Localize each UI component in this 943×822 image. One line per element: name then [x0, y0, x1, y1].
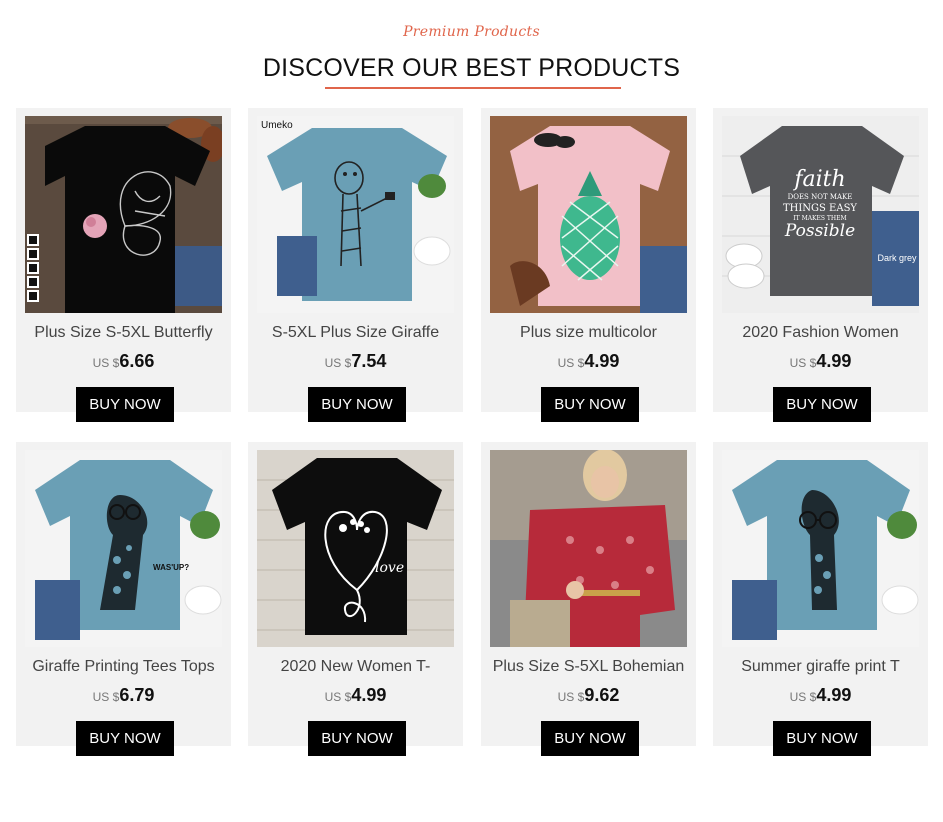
- price-currency: US $: [557, 690, 585, 704]
- buy-now-button[interactable]: BUY NOW: [773, 721, 871, 756]
- buy-now-button[interactable]: BUY NOW: [76, 721, 174, 756]
- product-name[interactable]: Plus Size S-5XL Bohemian: [481, 658, 696, 676]
- buy-now-button[interactable]: BUY NOW: [76, 387, 174, 422]
- svg-text:WAS'UP?: WAS'UP?: [153, 563, 189, 572]
- price-currency: US $: [557, 356, 585, 370]
- product-image[interactable]: [722, 450, 919, 647]
- product-image[interactable]: [490, 116, 687, 313]
- price-value: 6.66: [119, 351, 155, 371]
- product-name[interactable]: S-5XL Plus Size Giraffe: [248, 324, 463, 342]
- red-bohemian-blouse-image: [490, 450, 687, 647]
- buy-now-button[interactable]: BUY NOW: [773, 387, 871, 422]
- svg-text:DOES NOT MAKE: DOES NOT MAKE: [788, 193, 853, 201]
- black-butterfly-tshirt-image: [25, 116, 222, 313]
- product-price: US $6.66: [16, 351, 231, 372]
- product-price: US $9.62: [481, 685, 696, 706]
- price-currency: US $: [92, 690, 120, 704]
- product-image[interactable]: WAS'UP?: [25, 450, 222, 647]
- blue-giraffe-glasses-tshirt-image: [722, 450, 919, 647]
- product-name[interactable]: 2020 Fashion Women: [713, 324, 928, 342]
- product-price: US $4.99: [713, 685, 928, 706]
- price-currency: US $: [324, 690, 352, 704]
- product-price: US $4.99: [481, 351, 696, 372]
- product-name[interactable]: Summer giraffe print T: [713, 658, 928, 676]
- svg-text:THINGS EASY: THINGS EASY: [783, 203, 857, 214]
- product-price: US $4.99: [248, 685, 463, 706]
- product-card[interactable]: love 2020 New Women T- US $4.99 BUY NOW: [248, 442, 463, 756]
- product-card[interactable]: WAS'UP? Giraffe Printing Tees Tops US $6…: [16, 442, 231, 756]
- product-card[interactable]: Summer giraffe print T US $4.99 BUY NOW: [713, 442, 928, 756]
- price-value: 4.99: [816, 351, 852, 371]
- price-currency: US $: [789, 356, 817, 370]
- premium-products-subtitle: Premium Products: [403, 24, 540, 40]
- blue-giraffe-wassup-tshirt-image: WAS'UP?: [25, 450, 222, 647]
- buy-now-button[interactable]: BUY NOW: [308, 387, 406, 422]
- product-image[interactable]: Umeko: [257, 116, 454, 313]
- pink-pineapple-tshirt-image: [490, 116, 687, 313]
- price-value: 7.54: [351, 351, 387, 371]
- product-name[interactable]: 2020 New Women T-: [248, 658, 463, 676]
- blue-giraffe-tshirt-image: Umeko: [257, 116, 454, 313]
- price-value: 9.62: [584, 685, 620, 705]
- svg-text:Possible: Possible: [784, 221, 855, 241]
- price-value: 4.99: [351, 685, 387, 705]
- gray-faith-tshirt-image: faith DOES NOT MAKE THINGS EASY IT MAKES…: [722, 116, 919, 313]
- product-image[interactable]: [25, 116, 222, 313]
- price-value: 6.79: [119, 685, 155, 705]
- product-price: US $7.54: [248, 351, 463, 372]
- image-color-label: Dark grey: [877, 253, 917, 263]
- price-value: 4.99: [816, 685, 852, 705]
- product-card[interactable]: Umeko S-5XL Plus Size Giraffe US $7.54 B…: [248, 108, 463, 422]
- price-currency: US $: [92, 356, 120, 370]
- buy-now-button[interactable]: BUY NOW: [541, 387, 639, 422]
- svg-text:faith: faith: [792, 167, 845, 192]
- buy-now-button[interactable]: BUY NOW: [308, 721, 406, 756]
- product-card[interactable]: faith DOES NOT MAKE THINGS EASY IT MAKES…: [713, 108, 928, 422]
- product-image[interactable]: faith DOES NOT MAKE THINGS EASY IT MAKES…: [722, 116, 919, 313]
- title-underline: [325, 87, 621, 89]
- product-image[interactable]: [490, 450, 687, 647]
- product-name[interactable]: Plus size multicolor: [481, 324, 696, 342]
- product-card[interactable]: Plus Size S-5XL Butterfly US $6.66 BUY N…: [16, 108, 231, 422]
- price-value: 4.99: [584, 351, 620, 371]
- black-paw-love-tshirt-image: love: [257, 450, 454, 647]
- image-brand-label: Umeko: [261, 120, 293, 131]
- buy-now-button[interactable]: BUY NOW: [541, 721, 639, 756]
- price-currency: US $: [789, 690, 817, 704]
- product-price: US $4.99: [713, 351, 928, 372]
- product-card[interactable]: Plus Size S-5XL Bohemian US $9.62 BUY NO…: [481, 442, 696, 756]
- product-name[interactable]: Giraffe Printing Tees Tops: [16, 658, 231, 676]
- product-name[interactable]: Plus Size S-5XL Butterfly: [16, 324, 231, 342]
- price-currency: US $: [324, 356, 352, 370]
- section-title: DISCOVER OUR BEST PRODUCTS: [262, 54, 681, 82]
- svg-text:love: love: [375, 560, 404, 576]
- product-image[interactable]: love: [257, 450, 454, 647]
- product-price: US $6.79: [16, 685, 231, 706]
- product-card[interactable]: Plus size multicolor US $4.99 BUY NOW: [481, 108, 696, 422]
